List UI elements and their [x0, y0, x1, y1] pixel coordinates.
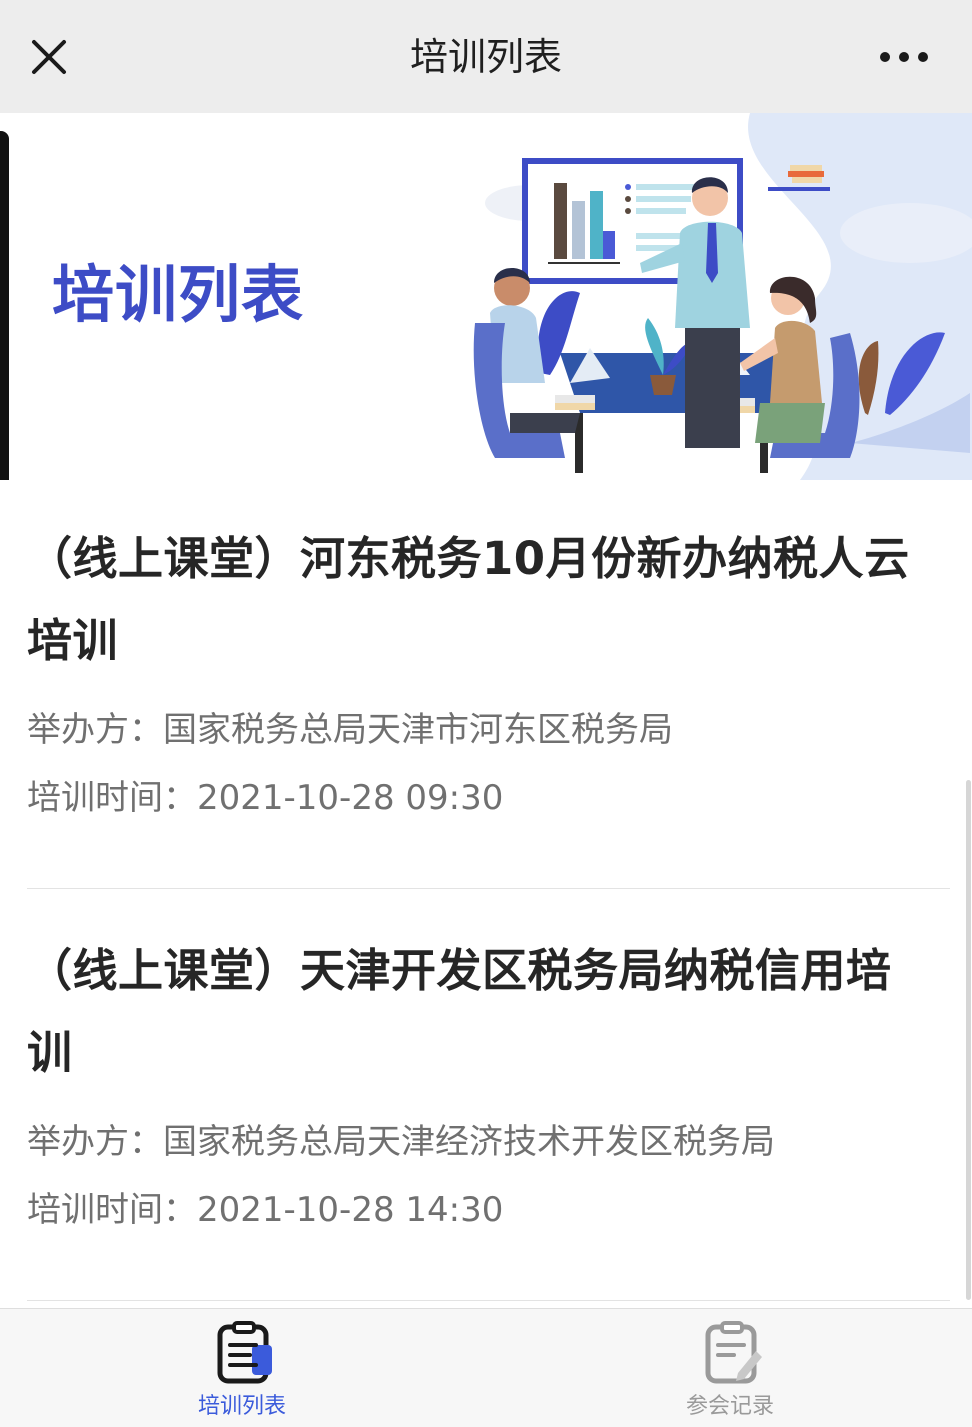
scrollbar-thumb[interactable] — [966, 780, 971, 1300]
banner-title: 培训列表 — [52, 258, 305, 331]
training-title: （线上课堂）河东税务10月份新办纳税人云 培训 — [27, 518, 950, 682]
training-title-line: 训 — [27, 1026, 73, 1079]
training-title: （线上课堂）天津开发区税务局纳税信用培 训 — [27, 930, 950, 1094]
tab-label: 参会记录 — [685, 1394, 774, 1419]
training-organizer: 举办方：国家税务总局天津市河东区税务局 — [27, 710, 673, 750]
tab-label: 培训列表 — [197, 1394, 286, 1419]
training-time: 培训时间：2021-10-28 09:30 — [27, 778, 504, 818]
tab-training-list[interactable]: 培训列表 — [122, 1309, 362, 1427]
banner-edge-decoration — [0, 131, 9, 480]
training-organizer: 举办方：国家税务总局天津经济技术开发区税务局 — [27, 1122, 775, 1162]
training-title-line: （线上课堂）天津开发区税务局纳税信用培 — [27, 944, 892, 997]
record-edit-icon — [705, 1321, 762, 1384]
training-card[interactable]: （线上课堂）河东税务10月份新办纳税人云 培训 举办方：国家税务总局天津市河东区… — [27, 518, 950, 832]
top-nav-bar: 培训列表 — [0, 0, 972, 113]
training-card[interactable]: （线上课堂）天津开发区税务局纳税信用培 训 举办方：国家税务总局天津经济技术开发… — [27, 930, 950, 1244]
banner: 培训列表 — [0, 113, 972, 480]
page-title: 培训列表 — [409, 35, 562, 79]
bottom-tab-bar: 培训列表 参会记录 — [0, 1308, 972, 1427]
more-button[interactable] — [874, 30, 934, 84]
divider — [27, 888, 950, 889]
training-time: 培训时间：2021-10-28 14:30 — [27, 1190, 504, 1230]
list-document-icon — [217, 1321, 272, 1384]
tab-attendance-records[interactable]: 参会记录 — [610, 1309, 850, 1427]
divider — [27, 1300, 950, 1301]
training-title-line: 培训 — [27, 614, 119, 667]
meeting-illustration — [473, 113, 972, 480]
training-title-line: （线上课堂）河东税务10月份新办纳税人云 — [27, 532, 910, 585]
more-icon — [880, 52, 928, 62]
